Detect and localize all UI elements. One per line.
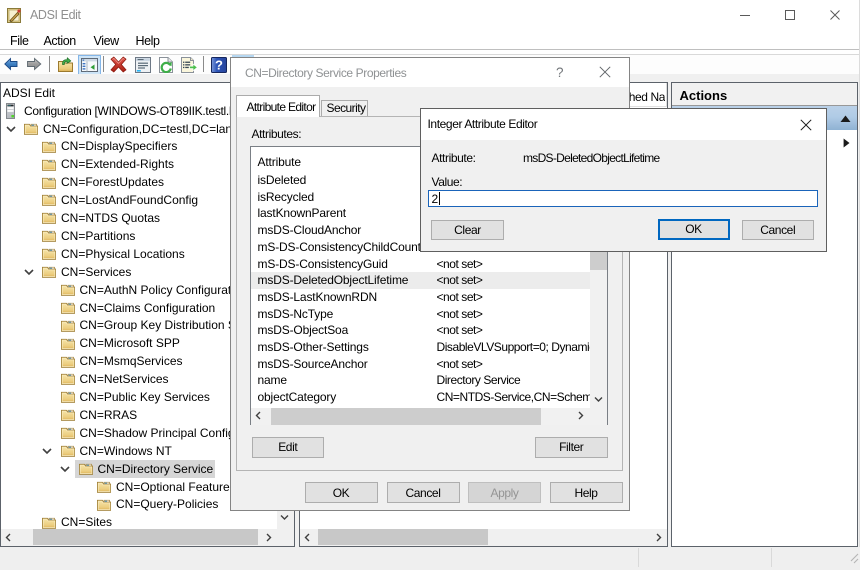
svg-text:?: ?: [215, 58, 223, 73]
